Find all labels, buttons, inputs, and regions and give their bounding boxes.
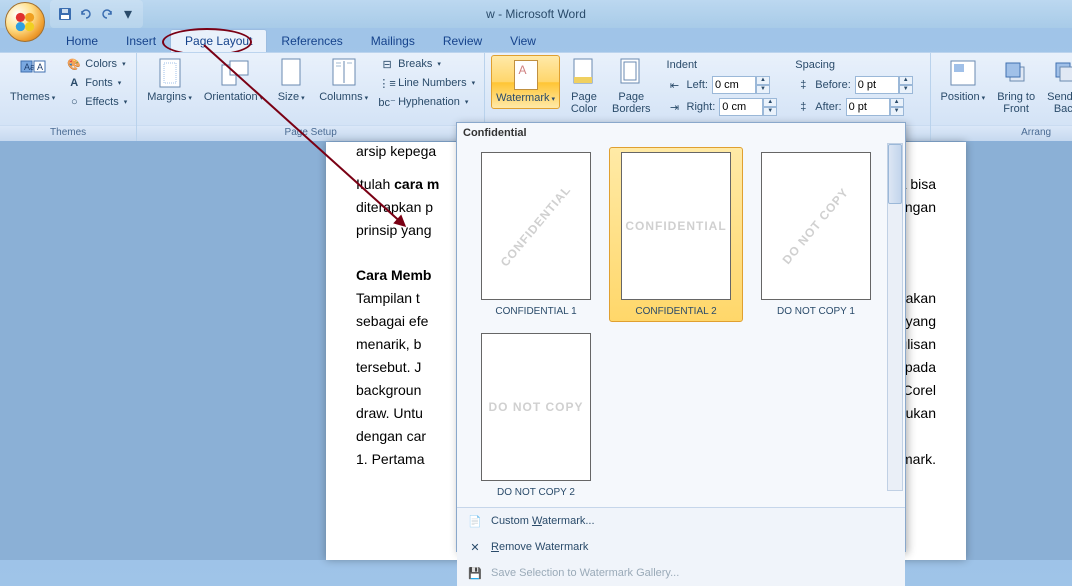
title-bar: ▾ w - Microsoft Word bbox=[0, 0, 1072, 28]
save-selection-button: 💾Save Selection to Watermark Gallery... bbox=[457, 560, 905, 586]
spacing-before-icon: ‡ bbox=[795, 77, 811, 93]
group-themes: AaA Themes▾ 🎨Colors▾ AFonts▾ ○Effects▾ T… bbox=[0, 53, 137, 141]
hyphenation-button[interactable]: bc⁻Hyphenation▾ bbox=[376, 93, 478, 111]
send-to-back-button[interactable]: Send to Back bbox=[1043, 55, 1072, 117]
tab-insert[interactable]: Insert bbox=[112, 30, 170, 52]
spinner-down[interactable]: ▼ bbox=[899, 85, 913, 94]
spinner-down[interactable]: ▼ bbox=[756, 85, 770, 94]
tab-references[interactable]: References bbox=[267, 30, 356, 52]
spinner-up[interactable]: ▲ bbox=[899, 76, 913, 85]
tab-page-layout[interactable]: Page Layout bbox=[170, 29, 267, 52]
indent-left-icon: ⇤ bbox=[667, 77, 683, 93]
position-button[interactable]: Position▾ bbox=[937, 55, 990, 107]
page-borders-button[interactable]: Page Borders bbox=[608, 55, 655, 117]
spacing-before-input[interactable] bbox=[855, 76, 899, 94]
gallery-menu: 📄Custom Watermark... ✕Remove Watermark 💾… bbox=[457, 507, 905, 586]
tab-mailings[interactable]: Mailings bbox=[357, 30, 429, 52]
office-logo-icon bbox=[14, 11, 36, 33]
thumbnail: DO NOT COPY bbox=[481, 333, 591, 481]
group-label-page-setup: Page Setup bbox=[137, 125, 484, 141]
colors-icon: 🎨 bbox=[66, 56, 82, 72]
breaks-icon: ⊟ bbox=[379, 56, 395, 72]
ribbon-tabs: Home Insert Page Layout References Maili… bbox=[0, 28, 1072, 52]
orientation-button[interactable]: Orientation▾ bbox=[200, 55, 267, 107]
spacing-after-input[interactable] bbox=[846, 98, 890, 116]
page-borders-icon bbox=[615, 57, 647, 89]
quick-access-toolbar: ▾ bbox=[50, 0, 143, 28]
save-selection-icon: 💾 bbox=[467, 565, 483, 581]
indent-right-icon: ⇥ bbox=[667, 99, 683, 115]
tab-home[interactable]: Home bbox=[52, 30, 112, 52]
theme-effects-button[interactable]: ○Effects▾ bbox=[63, 93, 130, 111]
spinner-down[interactable]: ▼ bbox=[763, 107, 777, 116]
gallery-item-confidential-1[interactable]: CONFIDENTIAL CONFIDENTIAL 1 bbox=[469, 147, 603, 322]
thumbnail: CONFIDENTIAL bbox=[621, 152, 731, 300]
spinner-up[interactable]: ▲ bbox=[763, 98, 777, 107]
spacing-after-icon: ‡ bbox=[795, 99, 811, 115]
orientation-icon bbox=[218, 57, 250, 89]
theme-colors-button[interactable]: 🎨Colors▾ bbox=[63, 55, 130, 73]
columns-button[interactable]: Columns▾ bbox=[315, 55, 372, 107]
tab-view[interactable]: View bbox=[496, 30, 550, 52]
line-numbers-icon: ⋮≡ bbox=[379, 75, 395, 91]
remove-watermark-icon: ✕ bbox=[467, 539, 483, 555]
effects-icon: ○ bbox=[66, 94, 82, 110]
tab-review[interactable]: Review bbox=[429, 30, 496, 52]
gallery-item-do-not-copy-1[interactable]: DO NOT COPY DO NOT COPY 1 bbox=[749, 147, 883, 322]
gallery-item-do-not-copy-2[interactable]: DO NOT COPY DO NOT COPY 2 bbox=[469, 328, 603, 503]
custom-watermark-icon: 📄 bbox=[467, 513, 483, 529]
window-title: w - Microsoft Word bbox=[486, 7, 586, 21]
indent-header: Indent bbox=[667, 59, 778, 73]
breaks-button[interactable]: ⊟Breaks▾ bbox=[376, 55, 478, 73]
qat-dropdown-icon[interactable]: ▾ bbox=[119, 5, 137, 23]
watermark-button[interactable]: Watermark▾ bbox=[491, 55, 560, 109]
margins-icon bbox=[154, 57, 186, 89]
indent-left-input[interactable] bbox=[712, 76, 756, 94]
columns-icon bbox=[328, 57, 360, 89]
group-label-arrange: Arrang bbox=[931, 125, 1072, 141]
spinner-up[interactable]: ▲ bbox=[756, 76, 770, 85]
bring-front-icon bbox=[1000, 57, 1032, 89]
themes-button[interactable]: AaA Themes▾ bbox=[6, 55, 59, 107]
custom-watermark-button[interactable]: 📄Custom Watermark... bbox=[457, 508, 905, 534]
bring-to-front-button[interactable]: Bring to Front bbox=[993, 55, 1039, 117]
group-arrange: Position▾ Bring to Front Send to Back Te… bbox=[931, 53, 1072, 141]
themes-icon: AaA bbox=[17, 57, 49, 89]
save-icon[interactable] bbox=[56, 5, 74, 23]
group-page-setup: Margins▾ Orientation▾ Size▾ Columns▾ ⊟Br… bbox=[137, 53, 485, 141]
spacing-header: Spacing bbox=[795, 59, 912, 73]
watermark-gallery: Confidential CONFIDENTIAL CONFIDENTIAL 1… bbox=[456, 122, 906, 552]
gallery-grid: CONFIDENTIAL CONFIDENTIAL 1 CONFIDENTIAL… bbox=[457, 143, 905, 507]
theme-fonts-button[interactable]: AFonts▾ bbox=[63, 74, 130, 92]
svg-text:A: A bbox=[37, 62, 43, 72]
gallery-scrollbar[interactable] bbox=[887, 143, 903, 491]
svg-text:Aa: Aa bbox=[24, 62, 35, 72]
position-icon bbox=[947, 57, 979, 89]
thumbnail: DO NOT COPY bbox=[761, 152, 871, 300]
scrollbar-thumb[interactable] bbox=[888, 144, 902, 204]
remove-watermark-button[interactable]: ✕Remove Watermark bbox=[457, 534, 905, 560]
spinner-down[interactable]: ▼ bbox=[890, 107, 904, 116]
group-label-themes: Themes bbox=[0, 125, 136, 141]
undo-icon[interactable] bbox=[77, 5, 95, 23]
send-back-icon bbox=[1050, 57, 1072, 89]
hyphenation-icon: bc⁻ bbox=[379, 94, 395, 110]
size-button[interactable]: Size▾ bbox=[271, 55, 311, 107]
fonts-icon: A bbox=[66, 75, 82, 91]
spinner-up[interactable]: ▲ bbox=[890, 98, 904, 107]
page-color-icon bbox=[568, 57, 600, 89]
line-numbers-button[interactable]: ⋮≡Line Numbers▾ bbox=[376, 74, 478, 92]
indent-right-input[interactable] bbox=[719, 98, 763, 116]
gallery-item-confidential-2[interactable]: CONFIDENTIAL CONFIDENTIAL 2 bbox=[609, 147, 743, 322]
size-icon bbox=[275, 57, 307, 89]
gallery-header: Confidential bbox=[457, 123, 905, 143]
margins-button[interactable]: Margins▾ bbox=[143, 55, 196, 107]
redo-icon[interactable] bbox=[98, 5, 116, 23]
office-button[interactable] bbox=[5, 2, 45, 42]
thumbnail: CONFIDENTIAL bbox=[481, 152, 591, 300]
watermark-icon bbox=[514, 60, 538, 90]
page-color-button[interactable]: Page Color bbox=[564, 55, 604, 117]
